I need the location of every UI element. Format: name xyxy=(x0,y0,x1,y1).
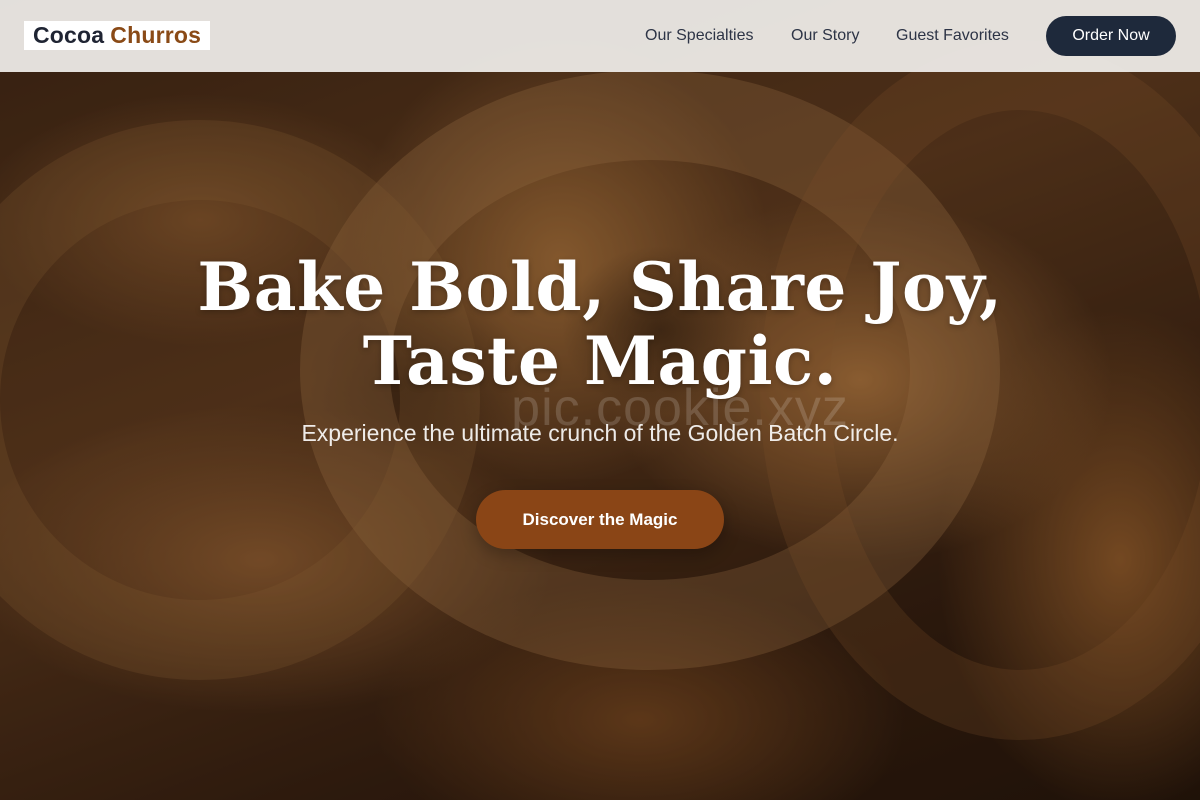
hero-section: Bake Bold, Share Joy, Taste Magic. pic.c… xyxy=(0,0,1200,800)
brand-name-second: Churros xyxy=(110,22,202,48)
hero-headline: Bake Bold, Share Joy, Taste Magic. xyxy=(0,250,1200,398)
hero-subtitle: Experience the ultimate crunch of the Go… xyxy=(301,420,899,446)
nav-link-our-story[interactable]: Our Story xyxy=(791,27,859,45)
order-now-button[interactable]: Order Now xyxy=(1046,16,1176,56)
top-navbar: Cocoa Churros Our Specialties Our Story … xyxy=(0,0,1200,72)
hero-headline-line-1: Bake Bold, Share Joy, xyxy=(197,248,1003,326)
brand-logo[interactable]: Cocoa Churros xyxy=(24,21,211,50)
discover-the-magic-button[interactable]: Discover the Magic xyxy=(476,490,724,549)
nav-link-our-specialties[interactable]: Our Specialties xyxy=(645,27,754,45)
nav-link-guest-favorites[interactable]: Guest Favorites xyxy=(896,27,1009,45)
brand-name-first: Cocoa xyxy=(33,22,105,48)
